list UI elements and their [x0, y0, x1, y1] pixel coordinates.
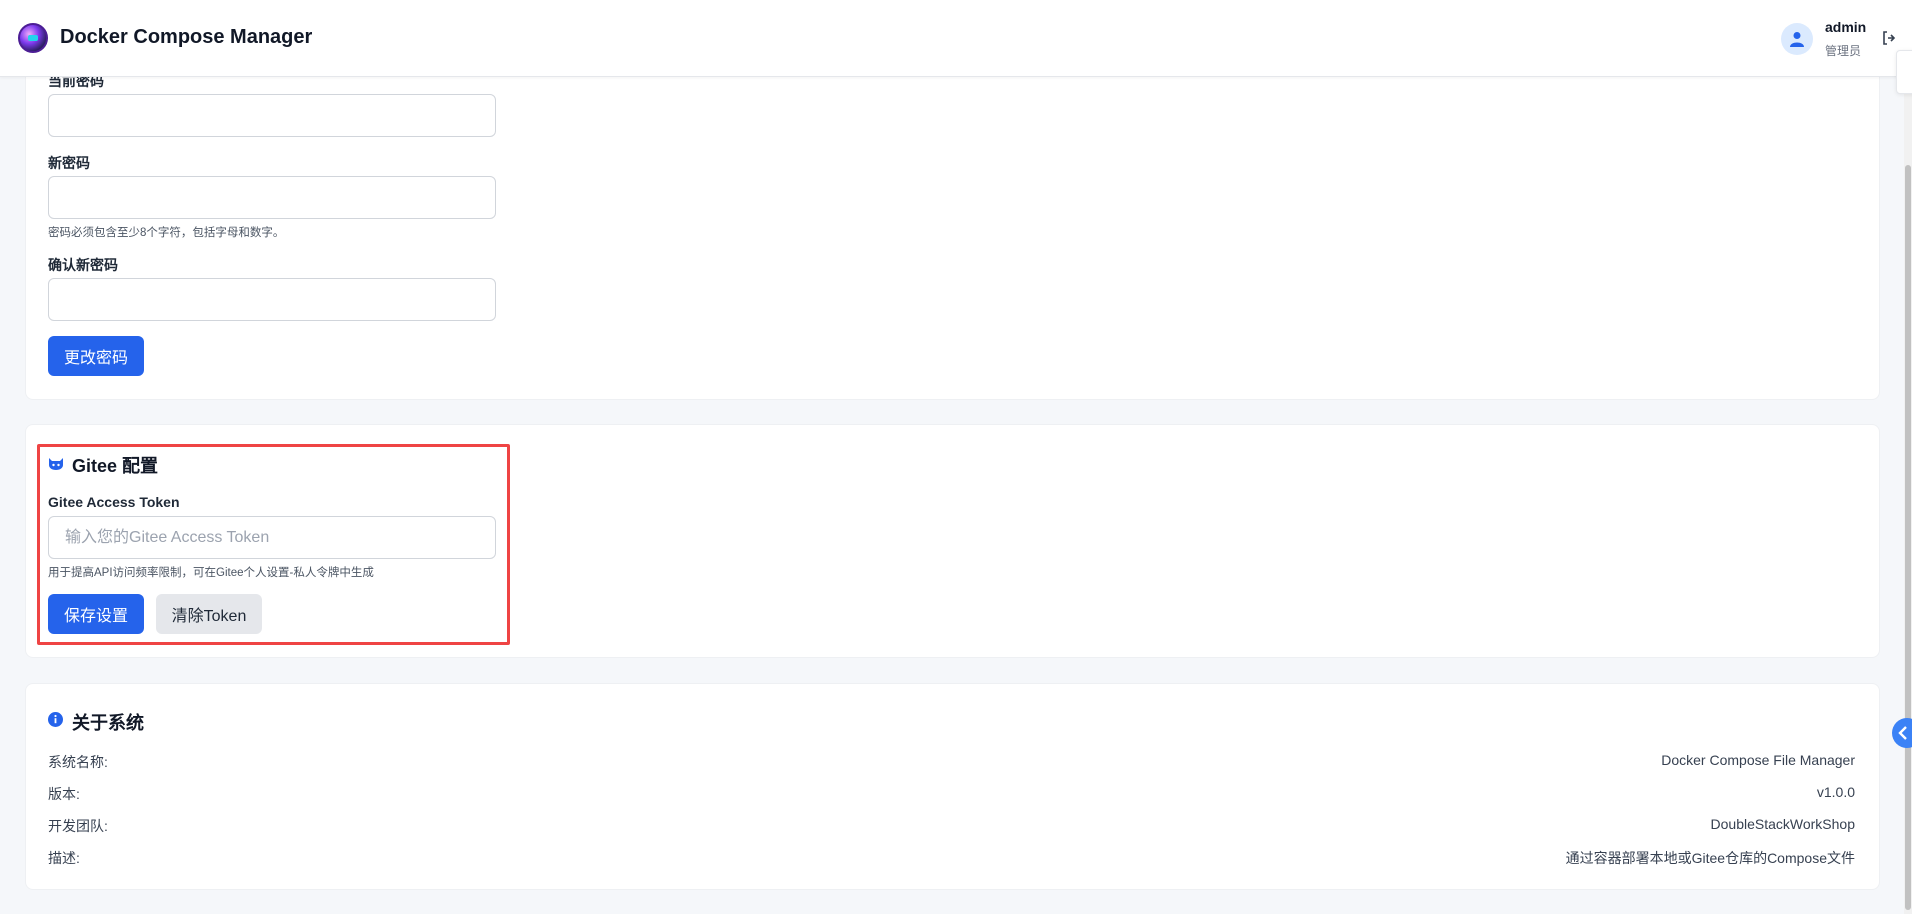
info-key-system-name: 系统名称:: [48, 754, 108, 770]
new-password-hint: 密码必须包含至少8个字符，包括字母和数字。: [48, 227, 285, 239]
gitee-token-hint: 用于提高API访问频率限制，可在Gitee个人设置-私人令牌中生成: [48, 567, 374, 579]
save-settings-button[interactable]: 保存设置: [48, 594, 144, 634]
logout-icon[interactable]: [1882, 31, 1896, 45]
current-password-input[interactable]: [48, 94, 496, 137]
gitee-token-label: Gitee Access Token: [48, 494, 180, 510]
scrollbar-thumb[interactable]: [1905, 165, 1911, 910]
info-value-version: v1.0.0: [1816, 784, 1855, 800]
gitee-section-title: Gitee 配置: [72, 456, 159, 476]
info-key-team: 开发团队:: [48, 818, 108, 834]
info-value-description: 通过容器部署本地或Gitee仓库的Compose文件: [1565, 850, 1855, 866]
info-value-team: DoubleStackWorkShop: [1710, 816, 1855, 832]
floating-panel-edge: [1896, 50, 1912, 94]
github-octocat-icon: [49, 458, 63, 470]
confirm-password-input[interactable]: [48, 278, 496, 321]
confirm-password-label: 确认新密码: [48, 257, 118, 273]
info-key-version: 版本:: [48, 786, 80, 802]
user-role: 管理员: [1825, 44, 1862, 58]
top-bar: Docker Compose Manager admin 管理员: [0, 0, 1912, 77]
new-password-input[interactable]: [48, 176, 496, 219]
sidebar-toggle-button[interactable]: [1892, 718, 1912, 748]
user-avatar[interactable]: [1781, 23, 1813, 55]
gitee-token-input[interactable]: [48, 516, 496, 559]
app-title: Docker Compose Manager: [60, 26, 313, 48]
info-value-system-name: Docker Compose File Manager: [1661, 752, 1855, 768]
chevron-left-icon: [1898, 726, 1907, 740]
change-password-button[interactable]: 更改密码: [48, 336, 144, 376]
info-key-description: 描述:: [48, 850, 80, 866]
clear-token-button[interactable]: 清除Token: [156, 594, 262, 634]
user-icon: [1790, 32, 1804, 47]
new-password-label: 新密码: [48, 155, 90, 171]
user-name: admin: [1825, 19, 1867, 35]
app-logo[interactable]: [18, 23, 48, 53]
info-circle-icon: [48, 712, 63, 727]
about-section-title: 关于系统: [72, 713, 144, 733]
